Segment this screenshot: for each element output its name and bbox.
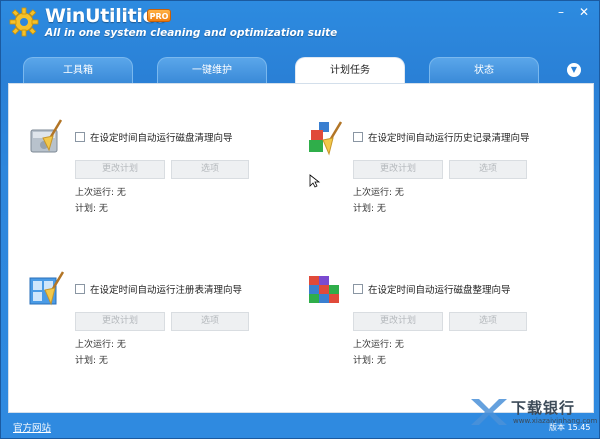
registry-cleaner-icon — [29, 271, 65, 306]
task-registry-cleaner-toggle: 在设定时间自动运行注册表清理向导 — [75, 282, 242, 296]
last-run-text: 上次运行: 无 — [75, 188, 126, 198]
task-disk-defrag-toggle: 在设定时间自动运行磁盘整理向导 — [353, 282, 511, 296]
tab-bar: 工具箱 一键维护 计划任务 状态 — [23, 57, 583, 84]
minimize-icon[interactable]: – — [553, 5, 569, 19]
change-schedule-button[interactable]: 更改计划 — [353, 312, 443, 331]
task-disk-cleaner: 在设定时间自动运行磁盘清理向导 更改计划 选项 上次运行: 无 计划: 无 — [27, 118, 297, 228]
plan-text: 计划: 无 — [353, 204, 386, 214]
options-button[interactable]: 选项 — [171, 312, 249, 331]
task-checkbox[interactable] — [353, 284, 363, 294]
task-checkbox[interactable] — [75, 284, 85, 294]
last-run-text: 上次运行: 无 — [353, 340, 404, 350]
tab-toolbox[interactable]: 工具箱 — [23, 57, 133, 83]
task-label: 在设定时间自动运行磁盘清理向导 — [90, 133, 233, 144]
plan-text: 计划: 无 — [353, 356, 386, 366]
task-label: 在设定时间自动运行注册表清理向导 — [90, 285, 243, 296]
change-schedule-button[interactable]: 更改计划 — [75, 160, 165, 179]
options-button[interactable]: 选项 — [171, 160, 249, 179]
pro-badge: PRO — [147, 9, 171, 22]
last-run-text: 上次运行: 无 — [353, 188, 404, 198]
plan-text: 计划: 无 — [75, 356, 108, 366]
tab-one-click-maintenance[interactable]: 一键维护 — [157, 57, 267, 83]
task-disk-cleaner-toggle: 在设定时间自动运行磁盘清理向导 — [75, 130, 233, 144]
task-checkbox[interactable] — [353, 132, 363, 142]
tab-menu-chevron-down-icon[interactable]: ▼ — [567, 63, 581, 77]
options-button[interactable]: 选项 — [449, 160, 527, 179]
change-schedule-button[interactable]: 更改计划 — [75, 312, 165, 331]
plan-text: 计划: 无 — [75, 204, 108, 214]
task-label: 在设定时间自动运行历史记录清理向导 — [368, 133, 530, 144]
task-label: 在设定时间自动运行磁盘整理向导 — [368, 285, 511, 296]
app-tagline: All in one system cleaning and optimizat… — [45, 27, 338, 39]
official-website-link[interactable]: 官方网站 — [13, 420, 51, 434]
task-checkbox[interactable] — [75, 132, 85, 142]
disk-cleaner-icon — [30, 119, 63, 153]
tab-scheduled-tasks[interactable]: 计划任务 — [295, 57, 405, 84]
task-registry-cleaner: 在设定时间自动运行注册表清理向导 更改计划 选项 上次运行: 无 计划: 无 — [27, 270, 297, 380]
gear-logo-icon — [9, 7, 39, 37]
scheduled-tasks-panel: 在设定时间自动运行磁盘清理向导 更改计划 选项 上次运行: 无 计划: 无 在设… — [8, 83, 594, 413]
app-window: WinUtilities PRO All in one system clean… — [0, 0, 600, 439]
last-run-text: 上次运行: 无 — [75, 340, 126, 350]
version-text: 版本 15.45 — [549, 423, 591, 432]
options-button[interactable]: 选项 — [449, 312, 527, 331]
watermark-text: 下载银行 — [511, 399, 576, 417]
history-cleaner-icon — [309, 121, 343, 156]
task-history-cleaner: 在设定时间自动运行历史记录清理向导 更改计划 选项 上次运行: 无 计划: 无 — [305, 118, 575, 228]
change-schedule-button[interactable]: 更改计划 — [353, 160, 443, 179]
mouse-cursor-icon — [309, 174, 321, 188]
close-icon[interactable]: ✕ — [576, 5, 592, 19]
task-disk-defrag: 在设定时间自动运行磁盘整理向导 更改计划 选项 上次运行: 无 计划: 无 — [305, 270, 575, 380]
disk-defrag-icon — [309, 276, 339, 303]
task-history-cleaner-toggle: 在设定时间自动运行历史记录清理向导 — [353, 130, 530, 144]
tab-status[interactable]: 状态 — [429, 57, 539, 83]
